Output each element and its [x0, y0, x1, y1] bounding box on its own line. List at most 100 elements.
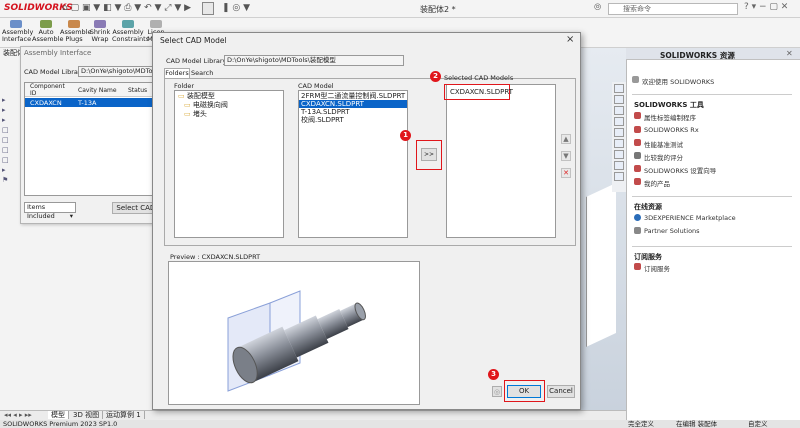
task-pane-close-icon[interactable]: ✕	[786, 49, 793, 58]
task-pane-tab-strip	[612, 82, 626, 192]
folder-item-plug[interactable]: ▭ 堵头	[182, 110, 207, 118]
ai-row-id: CXDAXCN	[30, 99, 62, 107]
tab-folders[interactable]: Folders	[164, 68, 190, 78]
folder-icon: ▭	[184, 101, 191, 109]
status-editing: 在编辑 装配体	[676, 420, 718, 428]
selected-models-list[interactable]	[446, 84, 556, 238]
divider	[632, 196, 792, 197]
tool-compare[interactable]: 比较我的评分	[644, 152, 683, 162]
palette-icon[interactable]	[614, 117, 624, 126]
task-pane-title: SOLIDWORKS 资源	[660, 51, 735, 60]
tool-products[interactable]: 我的产品	[644, 178, 670, 188]
divider	[632, 94, 792, 95]
plugin-icon[interactable]	[614, 161, 624, 170]
appearance-icon[interactable]	[614, 128, 624, 137]
help-icon[interactable]: ⦾	[594, 3, 601, 13]
tool-property-tab[interactable]: 属性标签编制程序	[644, 112, 696, 122]
add-model-button[interactable]: >>	[421, 148, 437, 161]
license-icon	[150, 20, 162, 28]
step-badge-1: 1	[400, 130, 411, 141]
step-badge-2: 2	[430, 71, 441, 82]
ai-row-cavity: T-13A	[78, 99, 97, 107]
dialog-close-icon[interactable]: ×	[566, 34, 574, 45]
folder-icon: ▭	[178, 92, 185, 100]
ai-items-select[interactable]: Items Included ▾	[24, 202, 76, 220]
move-down-icon[interactable]: ▼	[561, 151, 571, 161]
subscription-link[interactable]: 订阅服务	[644, 263, 670, 273]
partner-icon	[634, 227, 641, 234]
ok-button[interactable]: OK	[507, 385, 541, 398]
part-preview-image	[227, 290, 366, 392]
folder-label: Folder	[174, 82, 195, 90]
select-arrow-icon[interactable]	[202, 2, 214, 15]
plug-icon	[68, 20, 80, 28]
selected-models-label: Selected CAD Models	[444, 74, 514, 82]
small-option-button[interactable]: ◎	[492, 386, 502, 397]
rebuild-icon[interactable]: ❚ ◎ ▼	[222, 3, 250, 13]
tool-benchmark[interactable]: 性能基准测试	[644, 139, 683, 149]
dialog-title: Select CAD Model	[160, 36, 227, 45]
folder-icon: ▭	[184, 110, 191, 118]
library-icon[interactable]	[614, 95, 624, 104]
status-defined: 完全定义	[628, 420, 654, 428]
preview-label: Preview : CXDAXCN.SLDPRT	[170, 253, 261, 261]
cad-model-item[interactable]: 2FRM型二通流量控制阀.SLDPRT	[299, 92, 407, 100]
model-cube	[586, 183, 616, 347]
chevron-down-icon: ▾	[69, 212, 73, 220]
forum-icon[interactable]	[614, 172, 624, 181]
assembly-interface-title: Assembly Interface	[24, 49, 92, 57]
online-partner[interactable]: Partner Solutions	[644, 227, 700, 235]
window-controls[interactable]: ? ▾ − ▢ ✕	[744, 2, 788, 12]
constraint-icon	[122, 20, 134, 28]
solve-icon[interactable]	[614, 150, 624, 159]
auto-assemble-button[interactable]: Auto Assemble	[32, 20, 63, 43]
online-header: 在线资源	[634, 203, 662, 211]
ai-col-status[interactable]: Status	[128, 87, 147, 94]
divider	[632, 246, 792, 247]
shrink-wrap-button[interactable]: Shrink Wrap	[88, 20, 112, 43]
cad-model-item[interactable]: T-13A.SLDPRT	[299, 108, 407, 116]
tree-icons[interactable]: ▸ ▸ ▸ □ □ □ □ ▸ ⚑	[2, 95, 9, 185]
cancel-button[interactable]: Cancel	[547, 385, 575, 398]
subscription-icon	[634, 263, 641, 270]
compare-icon	[634, 152, 641, 159]
step-badge-3: 3	[488, 369, 499, 380]
folder-item-valve[interactable]: ▭ 电磁换向阀	[182, 101, 228, 109]
tab-search[interactable]: Search	[191, 69, 213, 78]
tab-model[interactable]: 模型	[48, 411, 69, 419]
assembly-interface-button[interactable]: Assembly Interface	[2, 20, 33, 43]
assemble-plugs-button[interactable]: Assemble Plugs	[60, 20, 91, 43]
property-tab-icon	[634, 112, 641, 119]
tool-rx[interactable]: SOLIDWORKS Rx	[644, 126, 699, 134]
marketplace-icon	[634, 214, 641, 221]
wizard-icon	[634, 165, 641, 172]
explorer-icon[interactable]	[614, 106, 624, 115]
selected-model-item[interactable]: CXDAXCN.SLDPRT	[448, 88, 513, 96]
online-marketplace[interactable]: 3DEXPERIENCE Marketplace	[644, 214, 736, 222]
ai-col-cavity-name[interactable]: Cavity Name	[78, 87, 117, 94]
tab-motion-study[interactable]: 运动算例 1	[103, 411, 145, 419]
dialog-library-label: CAD Model Library	[166, 57, 227, 65]
benchmark-icon	[634, 139, 641, 146]
dialog-library-path[interactable]: D:\OnYe\shigoto\MDTools\装配模型	[224, 55, 404, 66]
ai-col-component-id[interactable]: Component ID	[30, 83, 70, 97]
quick-access-toolbar[interactable]: ⌂ ▢ ▣ ▼ ◧ ▼ ⎙ ▼ ↶ ▼ ⤢ ▼ ▶	[62, 3, 191, 13]
welcome-link[interactable]: 欢迎使用 SOLIDWORKS	[642, 76, 714, 86]
tools-header: SOLIDWORKS 工具	[634, 101, 704, 109]
status-custom[interactable]: 自定义	[748, 420, 768, 428]
assembly-constraints-button[interactable]: Assembly Constraints	[112, 20, 149, 43]
remove-icon[interactable]: ✕	[561, 168, 571, 178]
cad-model-item[interactable]: 校阀.SLDPRT	[299, 116, 407, 124]
home-icon[interactable]	[614, 84, 624, 93]
shrink-icon	[94, 20, 106, 28]
custom-icon[interactable]	[614, 139, 624, 148]
tab-3d-view[interactable]: 3D 视图	[70, 411, 104, 419]
document-title: 装配体2 *	[420, 5, 456, 14]
move-up-icon[interactable]: ▲	[561, 134, 571, 144]
search-commands-input[interactable]: 搜索命令	[608, 3, 738, 15]
tool-wizard[interactable]: SOLIDWORKS 设置向导	[644, 165, 716, 175]
tab-nav-arrows[interactable]: ◂◂ ◂ ▸ ▸▸	[4, 411, 32, 419]
cad-model-item-selected[interactable]: CXDAXCN.SLDPRT	[299, 100, 407, 108]
subscription-header: 订阅服务	[634, 253, 662, 261]
folder-item-root[interactable]: ▭ 装配模型	[176, 92, 215, 100]
